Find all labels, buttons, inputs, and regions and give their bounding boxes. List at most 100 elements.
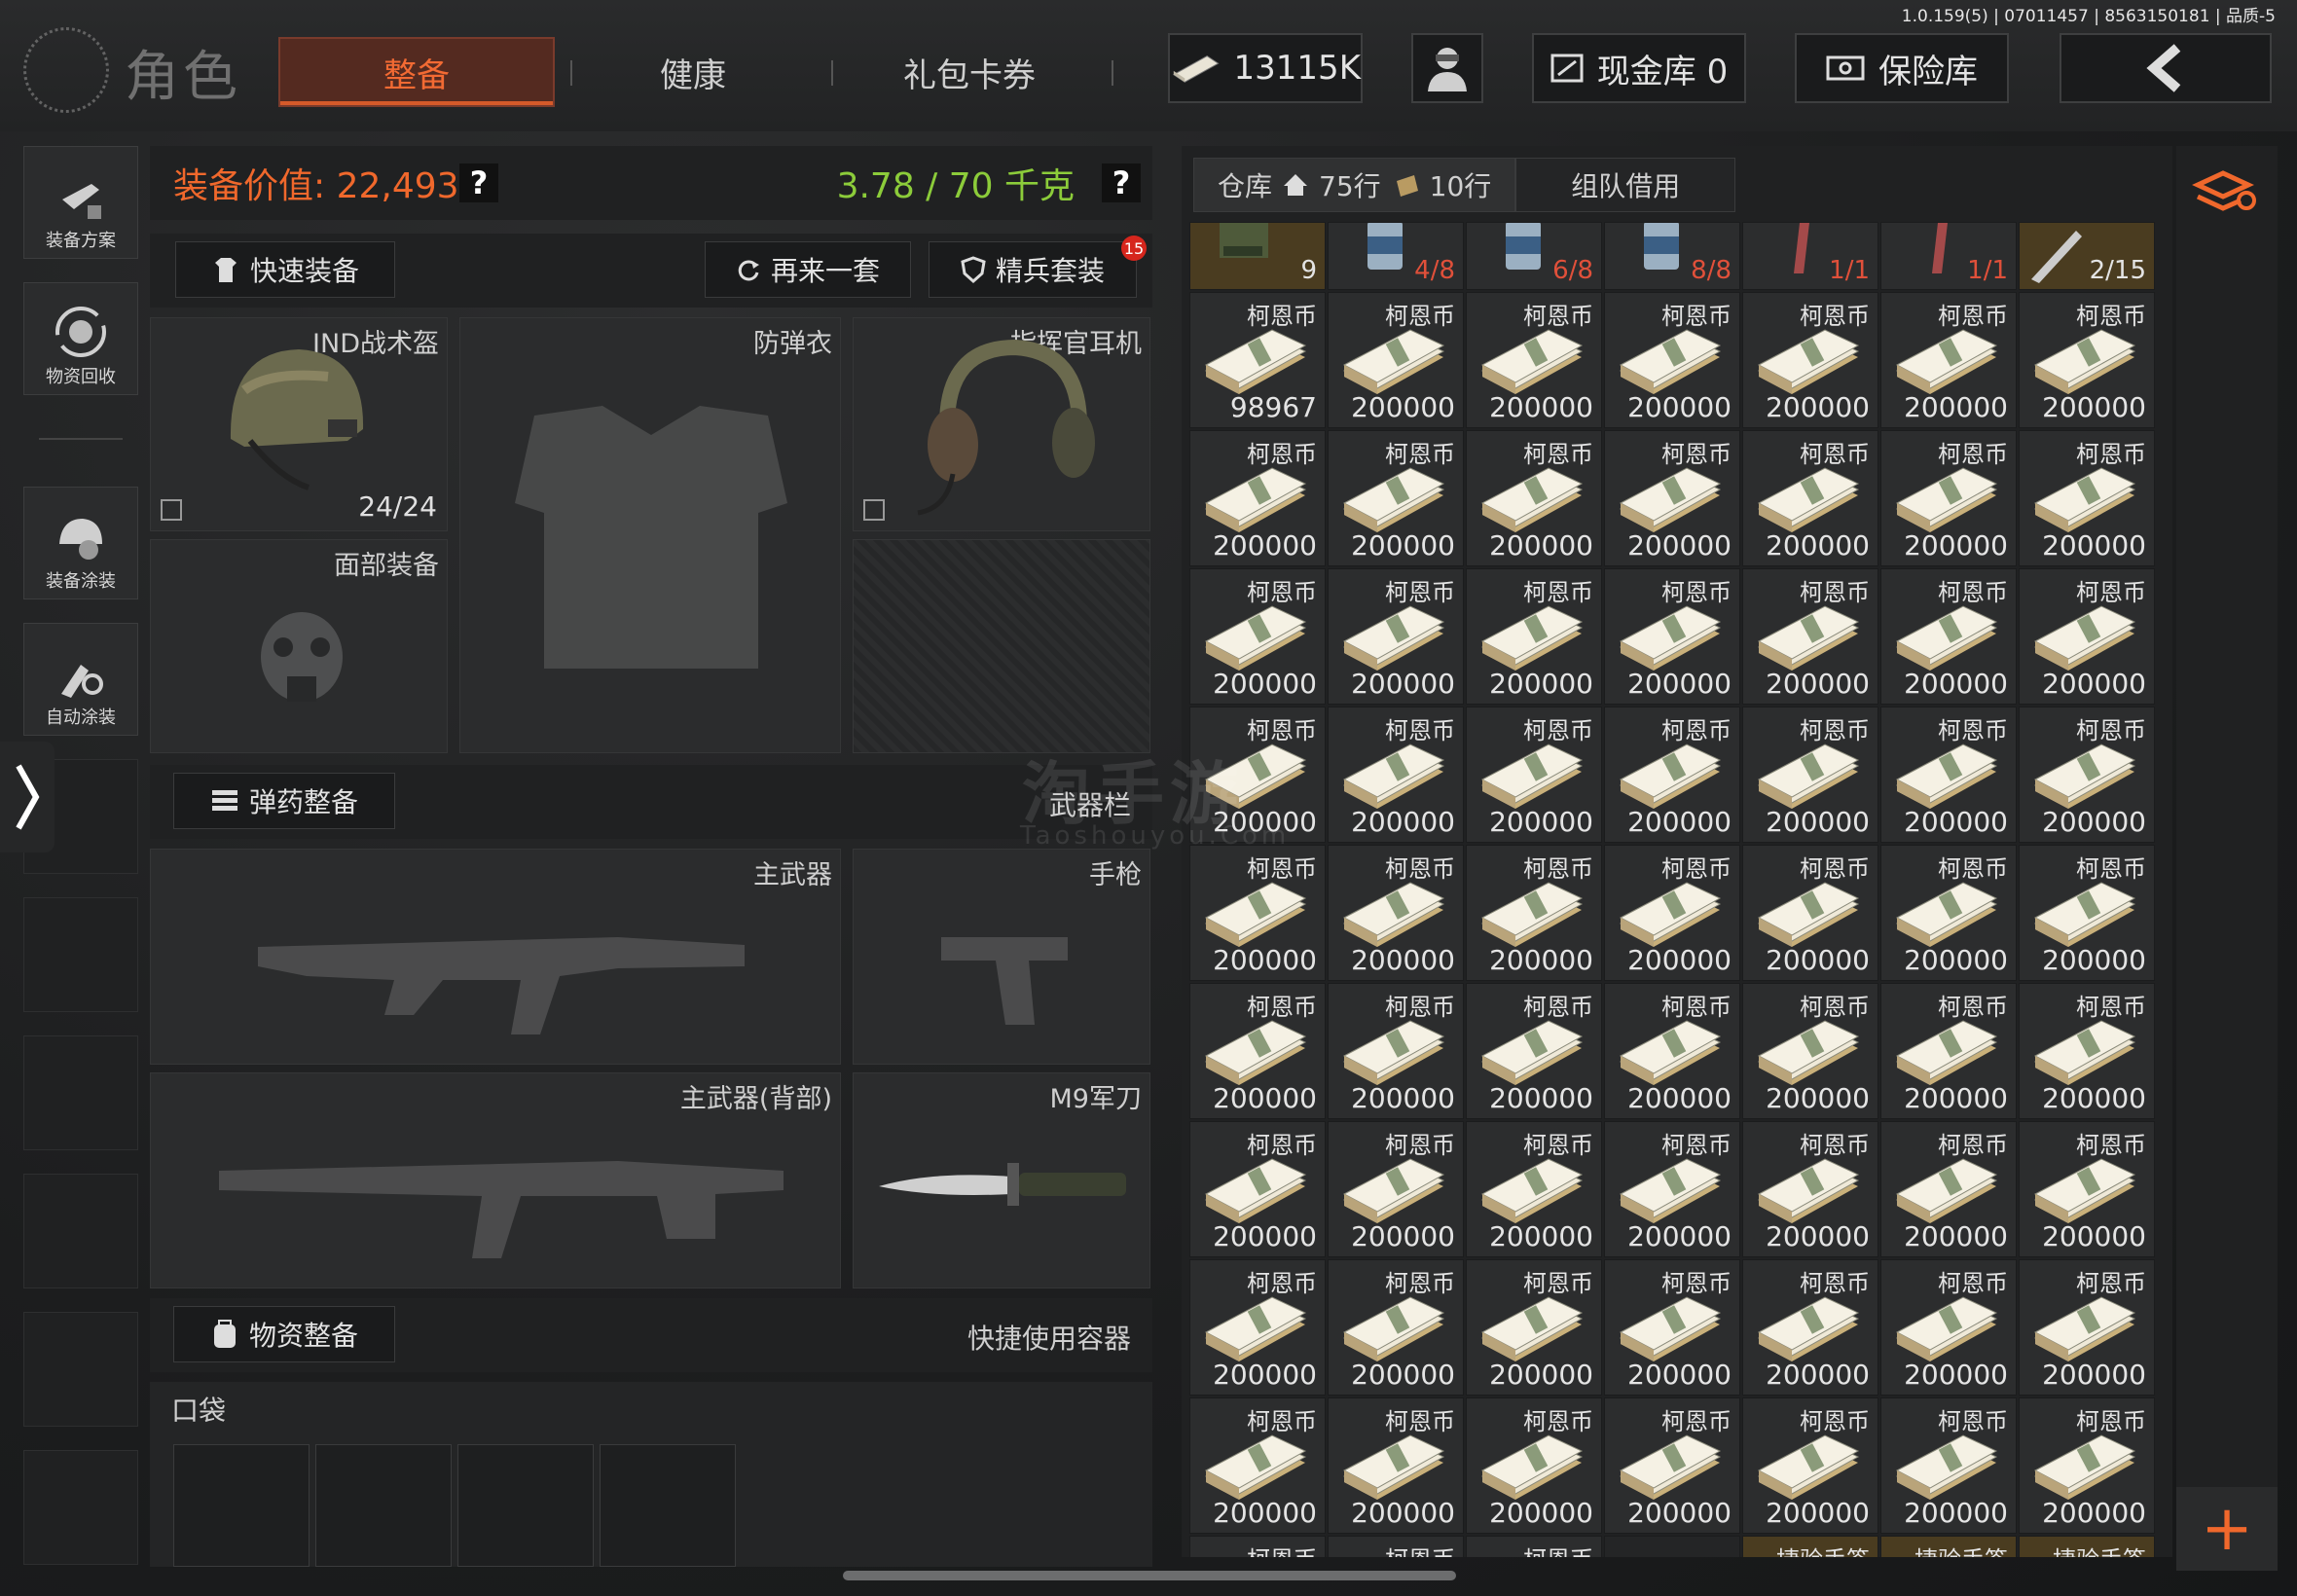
- auto-skin-button[interactable]: 自动涂装: [23, 623, 138, 736]
- cash-item-cell[interactable]: 柯恩币 200000: [1466, 983, 1602, 1119]
- cash-item-cell[interactable]: 柯恩币 200000: [1880, 707, 2017, 843]
- body-armor-slot[interactable]: 防弹衣: [459, 317, 841, 753]
- face-gear-slot[interactable]: 面部装备: [150, 539, 448, 753]
- cash-item-cell[interactable]: 柯恩币 200000: [1742, 845, 1878, 981]
- cash-item-cell[interactable]: 柯恩币 200000: [1742, 1397, 1878, 1534]
- cash-item-cell[interactable]: 柯恩币 200000: [1189, 983, 1326, 1119]
- pistol-slot[interactable]: 手枪: [853, 849, 1150, 1065]
- money-display[interactable]: 13115K: [1168, 33, 1363, 103]
- cash-item-cell[interactable]: 柯恩币 200000: [1880, 292, 2017, 428]
- cash-item-cell[interactable]: 柯恩币 200000: [1189, 1259, 1326, 1396]
- add-row-button[interactable]: +: [2176, 1487, 2278, 1571]
- cash-item-cell[interactable]: 柯恩币 200000: [1880, 568, 2017, 705]
- operator-profile-button[interactable]: [1411, 33, 1483, 103]
- back-weapon-slot[interactable]: 主武器(背部): [150, 1072, 841, 1288]
- headset-slot[interactable]: 指挥官耳机: [853, 317, 1150, 531]
- cash-item-cell[interactable]: 柯恩币 200000: [1328, 430, 1464, 566]
- warehouse-item-can[interactable]: 8/8: [1604, 222, 1740, 290]
- cash-item-cell[interactable]: 柯恩币 200000: [2019, 568, 2155, 705]
- cash-item-cell[interactable]: 柯恩币 200000: [1328, 1259, 1464, 1396]
- tab-gift-cards[interactable]: 礼包卡券: [841, 37, 1098, 107]
- cash-item-cell[interactable]: 柯恩币 200000: [1328, 568, 1464, 705]
- warehouse-item-tube[interactable]: 1/1: [1880, 222, 2017, 290]
- cash-item-cell[interactable]: 柯恩币 200000: [1742, 430, 1878, 566]
- cash-item-cell[interactable]: 柯恩币 200000: [2019, 430, 2155, 566]
- cash-item-cell[interactable]: 柯恩币 200000: [2019, 292, 2155, 428]
- cash-item-cell[interactable]: 柯恩币 200000: [1466, 1121, 1602, 1257]
- reroll-set-button[interactable]: 再来一套: [705, 241, 911, 298]
- expand-panel-button[interactable]: [0, 742, 55, 852]
- cash-item-cell[interactable]: 柯恩币 200000: [1466, 845, 1602, 981]
- cash-item-cell[interactable]: 柯恩币 200000: [1604, 845, 1740, 981]
- cash-item-cell[interactable]: 柯恩币 200000: [1604, 1397, 1740, 1534]
- cash-item-cell[interactable]: 柯恩币 200000: [1604, 430, 1740, 566]
- cash-item-cell[interactable]: 柯恩币 200000: [1604, 983, 1740, 1119]
- cash-item-cell[interactable]: 柯恩币 200000: [2019, 1397, 2155, 1534]
- tab-warehouse[interactable]: 仓库 75行 10行: [1193, 158, 1516, 212]
- ammo-loadout-button[interactable]: 弹药整备: [173, 773, 395, 829]
- equipment-skin-button[interactable]: 装备涂装: [23, 487, 138, 599]
- cash-item-cell[interactable]: 柯恩币 200000: [1189, 845, 1326, 981]
- cash-item-cell[interactable]: 柯恩币 200000: [1466, 430, 1602, 566]
- cash-item-cell[interactable]: 柯恩币 200000: [1880, 983, 2017, 1119]
- cash-item-cell[interactable]: 柯恩币 200000: [1189, 430, 1326, 566]
- cash-item-cell[interactable]: 柯恩币 200000: [1880, 845, 2017, 981]
- tab-team-borrow[interactable]: 组队借用: [1515, 158, 1736, 212]
- cash-item-cell[interactable]: 柯恩币 200000: [1466, 1397, 1602, 1534]
- cash-item-cell[interactable]: 柯恩币 200000: [1742, 983, 1878, 1119]
- quick-equip-button[interactable]: 快速装备: [175, 241, 395, 298]
- cash-item-cell[interactable]: 柯恩币 200000: [1880, 1397, 2017, 1534]
- cash-item-cell[interactable]: 柯恩币 200000: [1742, 1121, 1878, 1257]
- cash-item-cell[interactable]: 柯恩币 200000: [2019, 983, 2155, 1119]
- pocket-slot[interactable]: [173, 1444, 310, 1567]
- cash-item-cell[interactable]: 柯恩币 200000: [1328, 983, 1464, 1119]
- cash-item-cell[interactable]: 柯恩币 200000: [1189, 1121, 1326, 1257]
- cash-item-cell[interactable]: 柯恩币 200000: [1604, 1121, 1740, 1257]
- cash-item-cell[interactable]: 柯恩币 200000: [1880, 1259, 2017, 1396]
- cash-item-cell[interactable]: 柯恩币 200000: [1466, 707, 1602, 843]
- cash-item-cell[interactable]: 柯恩币 98967: [1189, 292, 1326, 428]
- warehouse-item-tube[interactable]: 1/1: [1742, 222, 1878, 290]
- tab-health[interactable]: 健康: [584, 37, 802, 107]
- cash-item-cell[interactable]: 柯恩币 200000: [1604, 568, 1740, 705]
- safe-button[interactable]: 保险库: [1795, 33, 2009, 103]
- cash-item-cell[interactable]: 柯恩币 200000: [1604, 1259, 1740, 1396]
- warehouse-item-can[interactable]: 6/8: [1466, 222, 1602, 290]
- cash-vault-button[interactable]: 现金库 0: [1532, 33, 1746, 103]
- cash-item-cell[interactable]: 柯恩币 200000: [1466, 568, 1602, 705]
- melee-slot[interactable]: M9军刀: [853, 1072, 1150, 1288]
- pocket-slot[interactable]: [600, 1444, 736, 1567]
- cash-item-cell[interactable]: 柯恩币 200000: [1880, 1121, 2017, 1257]
- partial-item-cell[interactable]: 柯恩币: [1189, 1536, 1326, 1557]
- cash-item-cell[interactable]: 柯恩币 200000: [1880, 430, 2017, 566]
- elite-set-button[interactable]: 精兵套装: [929, 241, 1137, 298]
- partial-item-cell[interactable]: 捷验手签: [1880, 1536, 2017, 1557]
- partial-item-cell[interactable]: 柯恩币: [1466, 1536, 1602, 1557]
- partial-item-cell[interactable]: 柯恩币: [1328, 1536, 1464, 1557]
- partial-item-cell[interactable]: 捷验手签: [2019, 1536, 2155, 1557]
- pocket-slot[interactable]: [315, 1444, 452, 1567]
- cash-item-cell[interactable]: 柯恩币 200000: [1466, 1259, 1602, 1396]
- cash-item-cell[interactable]: 柯恩币 200000: [1742, 707, 1878, 843]
- cash-item-cell[interactable]: 柯恩币 200000: [2019, 1259, 2155, 1396]
- warehouse-item-ammo[interactable]: 9: [1189, 222, 1326, 290]
- horizontal-scrollbar[interactable]: [843, 1571, 1456, 1580]
- loadout-plan-button[interactable]: 装备方案: [23, 146, 138, 259]
- cash-item-cell[interactable]: 柯恩币 200000: [1189, 1397, 1326, 1534]
- cash-item-cell[interactable]: 柯恩币 200000: [1742, 1259, 1878, 1396]
- cash-item-cell[interactable]: 柯恩币 200000: [1742, 292, 1878, 428]
- cash-item-cell[interactable]: 柯恩币 200000: [2019, 1121, 2155, 1257]
- helmet-slot[interactable]: IND战术盔 24/24: [150, 317, 448, 531]
- primary-weapon-slot[interactable]: 主武器: [150, 849, 841, 1065]
- supply-loadout-button[interactable]: 物资整备: [173, 1306, 395, 1362]
- cash-item-cell[interactable]: 柯恩币 200000: [1604, 707, 1740, 843]
- cash-item-cell[interactable]: 柯恩币 200000: [1742, 568, 1878, 705]
- supply-recycle-button[interactable]: 物资回收: [23, 282, 138, 395]
- pocket-slot[interactable]: [457, 1444, 594, 1567]
- weight-help-button[interactable]: ?: [1102, 163, 1141, 202]
- cash-item-cell[interactable]: 柯恩币 200000: [1189, 568, 1326, 705]
- cash-item-cell[interactable]: 柯恩币 200000: [1328, 1397, 1464, 1534]
- cash-item-cell[interactable]: 柯恩币 200000: [2019, 845, 2155, 981]
- cash-item-cell[interactable]: 柯恩币 200000: [1604, 292, 1740, 428]
- partial-item-cell[interactable]: [1604, 1536, 1740, 1557]
